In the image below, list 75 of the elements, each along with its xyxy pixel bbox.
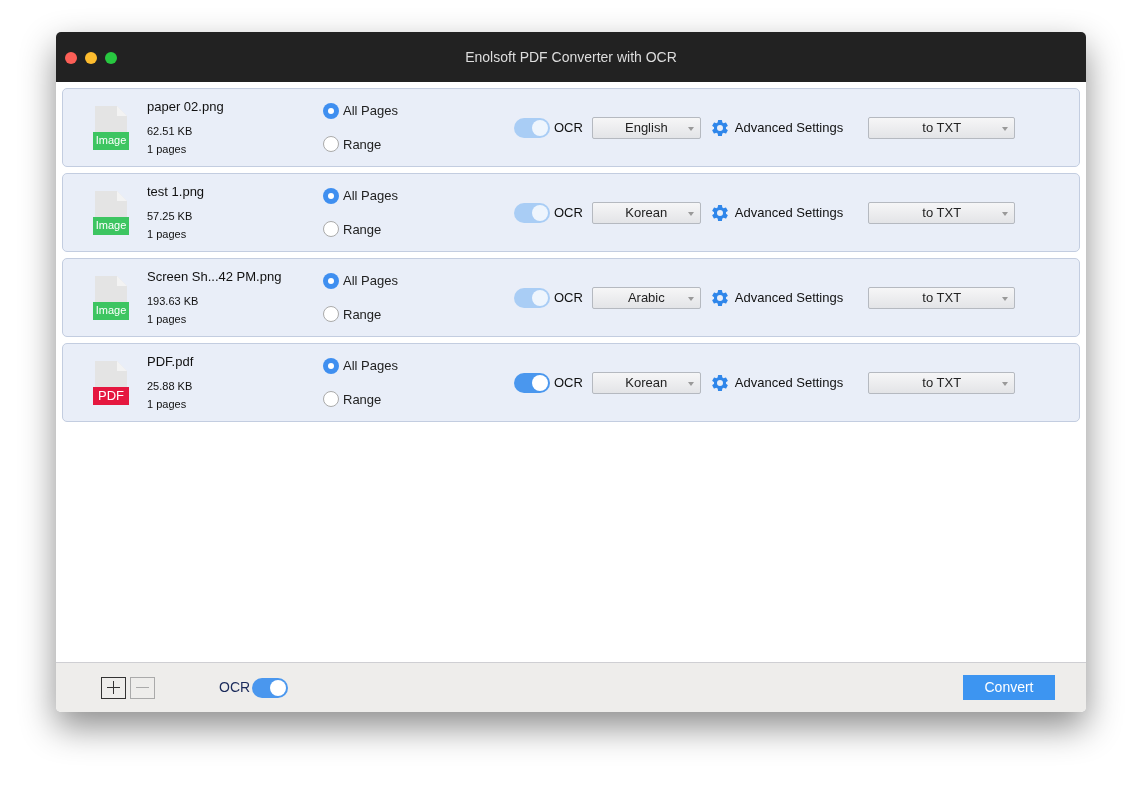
file-type-label: Image	[93, 131, 129, 150]
radio-label: All Pages	[343, 187, 398, 205]
caret-icon	[687, 381, 694, 386]
zoom-button[interactable]	[105, 52, 117, 64]
dropdown[interactable]: Korean	[591, 201, 701, 224]
radio-label: All Pages	[343, 272, 398, 290]
minus-icon	[136, 687, 149, 688]
dropdown[interactable]: Arabic	[591, 286, 701, 309]
file-type-label: PDF	[93, 386, 129, 405]
file-size: 62.51 KB	[147, 123, 194, 139]
file-size: 25.88 KB	[147, 378, 194, 394]
radio-label: Range	[343, 390, 382, 409]
file-name: Screen Sh...42 PM.png	[147, 268, 283, 287]
caret-icon	[687, 296, 694, 301]
ocr-toggle[interactable]	[513, 372, 550, 393]
radio-button[interactable]	[323, 272, 339, 289]
file-size: 57.25 KB	[147, 208, 194, 224]
document-icon	[95, 105, 127, 132]
ocr-toggle[interactable]	[252, 677, 289, 698]
dropdown[interactable]: to TXT	[868, 286, 1016, 309]
settings-icon[interactable]	[709, 202, 730, 223]
caret-icon	[1002, 126, 1009, 131]
radio-label: Range	[343, 135, 382, 154]
page-count: 1 pages	[147, 142, 188, 158]
ocr-label: OCR	[553, 203, 583, 222]
settings-icon[interactable]	[709, 287, 730, 308]
radio-button[interactable]	[323, 391, 339, 408]
radio-label: Range	[343, 305, 382, 324]
window-title: Enolsoft PDF Converter with OCR	[465, 47, 677, 67]
advanced-settings-link[interactable]: Advanced Settings	[734, 372, 844, 393]
advanced-settings-link[interactable]: Advanced Settings	[734, 117, 844, 138]
radio-label: All Pages	[343, 357, 398, 375]
file-name: PDF.pdf	[147, 353, 195, 372]
file-name: paper 02.png	[147, 98, 225, 117]
dropdown[interactable]: English	[591, 116, 701, 139]
dropdown[interactable]: to TXT	[868, 116, 1016, 139]
plus-icon	[107, 681, 120, 694]
page-count: 1 pages	[147, 312, 188, 328]
radio-label: Range	[343, 220, 382, 239]
settings-icon[interactable]	[709, 372, 730, 393]
file-row[interactable]: PDF PDF.pdf 25.88 KB 1 pages All Pages Range OCR Korean Advanced Settings to TXT	[62, 343, 1080, 422]
ocr-label: OCR	[219, 678, 251, 697]
ocr-label: OCR	[553, 373, 583, 392]
caret-icon	[1002, 211, 1009, 216]
settings-icon[interactable]	[709, 117, 730, 138]
document-icon	[95, 275, 127, 302]
document-icon	[95, 190, 127, 217]
add-button[interactable]	[101, 676, 126, 699]
radio-button[interactable]	[323, 306, 339, 323]
radio-button[interactable]	[323, 102, 339, 119]
dropdown[interactable]: to TXT	[868, 371, 1016, 394]
radio-button[interactable]	[323, 136, 339, 153]
radio-button[interactable]	[323, 357, 339, 374]
caret-icon	[687, 126, 694, 131]
dropdown[interactable]: Korean	[591, 371, 701, 394]
ocr-label: OCR	[553, 288, 583, 307]
caret-icon	[687, 211, 694, 216]
file-name: test 1.png	[147, 183, 206, 202]
close-button[interactable]	[65, 52, 77, 64]
file-type-label: Image	[93, 301, 129, 320]
page-count: 1 pages	[147, 397, 188, 413]
advanced-settings-link[interactable]: Advanced Settings	[734, 287, 844, 308]
ocr-label: OCR	[553, 118, 583, 137]
document-icon	[95, 360, 127, 387]
file-type-label: Image	[93, 216, 129, 235]
advanced-settings-link[interactable]: Advanced Settings	[734, 202, 844, 223]
radio-button[interactable]	[323, 221, 339, 238]
dropdown[interactable]: to TXT	[868, 201, 1016, 224]
caret-icon	[1002, 381, 1009, 386]
caret-icon	[1002, 296, 1009, 301]
minimize-button[interactable]	[85, 52, 97, 64]
page-count: 1 pages	[147, 227, 188, 243]
radio-label: All Pages	[343, 102, 398, 120]
file-size: 193.63 KB	[147, 293, 200, 309]
radio-button[interactable]	[323, 187, 339, 204]
